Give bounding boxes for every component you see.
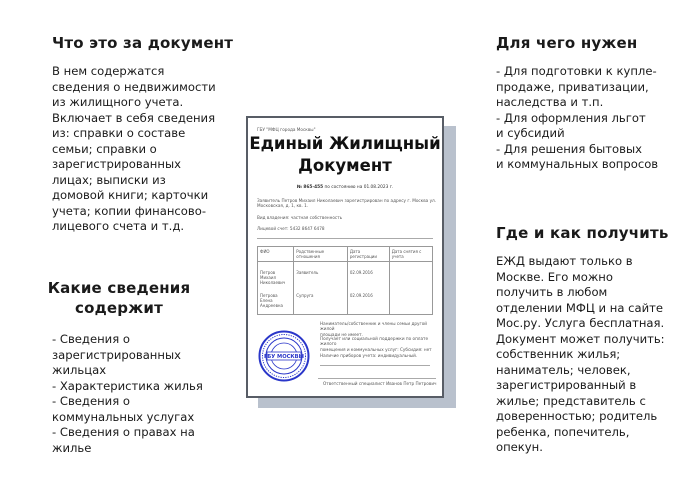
doc-number-date: по состоянию на 01.08.2023 г. xyxy=(324,185,394,190)
table-row: Петров Михаил Николаевич Заявитель 02.09… xyxy=(256,261,434,287)
doc-issuer: ГБУ "МФЦ города Москвы" xyxy=(257,127,316,132)
table-header-cell: Дата регистрации xyxy=(346,246,390,262)
where-heading: Где и как получить xyxy=(496,224,669,242)
doc-ownership: Вид владения: частная собственность xyxy=(257,215,343,220)
table-cell: Заявитель xyxy=(293,261,348,287)
doc-note: Наличие приборов учета: индивидуальный. xyxy=(320,353,418,358)
table-cell: 02.09.2016 xyxy=(346,261,390,287)
doc-number: № 865-455 по состоянию на 01.08.2023 г. xyxy=(248,185,442,190)
doc-note: Наниматель/собственник и члены семьи дру… xyxy=(320,321,427,337)
where-text: ЕЖД выдают только в Москве. Его можно по… xyxy=(496,254,665,454)
contents-text: - Сведения о зарегистрированных жильцах … xyxy=(52,332,203,455)
table-header-cell: ФИО xyxy=(256,246,295,262)
what-text: В нем содержатся сведения о недвижимости… xyxy=(52,64,216,233)
doc-residents-table: ФИО Родственные отношения Дата регистрац… xyxy=(256,246,434,315)
why-text: - Для подготовки к купле- продаже, прива… xyxy=(496,64,659,171)
doc-divider xyxy=(257,238,433,239)
contents-heading: Какие сведения содержит xyxy=(47,279,191,317)
table-header-cell: Дата снятия с учета xyxy=(388,246,434,262)
seal-text: ГБУ МОСКВЫ xyxy=(264,354,304,360)
doc-signature: Ответственный специалист Иванов Петр Пет… xyxy=(323,381,437,386)
table-cell xyxy=(388,261,434,287)
why-heading: Для чего нужен xyxy=(496,34,638,52)
doc-signature-line xyxy=(320,365,430,366)
document-card: ГБУ "МФЦ города Москвы" Единый Жилищный … xyxy=(246,116,444,398)
what-heading: Что это за документ xyxy=(52,34,234,52)
doc-account: Лицевой счет: 5432 8647 6478 xyxy=(257,226,325,231)
table-cell: Супруга xyxy=(293,287,348,315)
table-cell: Петрова Елена Андреевна xyxy=(256,287,295,315)
table-header-cell: Родственные отношения xyxy=(293,246,348,262)
doc-footer-line xyxy=(318,378,436,379)
table-cell: Петров Михаил Николаевич xyxy=(256,261,295,287)
table-header-row: ФИО Родственные отношения Дата регистрац… xyxy=(256,246,434,262)
doc-title: Единый Жилищный Документ xyxy=(249,134,441,175)
table-cell: 02.09.2016 xyxy=(346,287,390,315)
official-seal-icon: ГБУ МОСКВЫ xyxy=(258,330,310,382)
doc-applicant: Заявитель Петров Михаил Николаевич зарег… xyxy=(257,198,437,209)
doc-note: Получает или социальной поддержки по опл… xyxy=(320,336,432,352)
doc-number-label: № 865-455 xyxy=(296,185,324,190)
table-cell xyxy=(388,287,434,315)
table-row: Петрова Елена Андреевна Супруга 02.09.20… xyxy=(256,287,434,315)
